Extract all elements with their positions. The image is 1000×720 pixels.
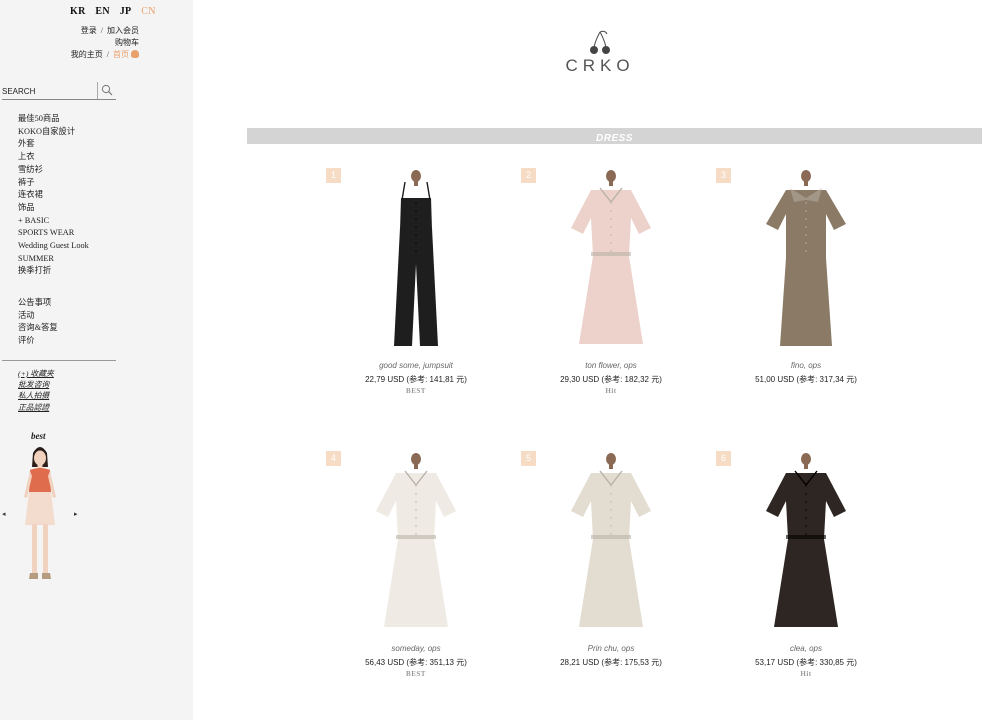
language-switcher: KR EN JP CN	[70, 6, 163, 17]
cherry-icon	[590, 30, 610, 54]
lang-kr-link[interactable]: KR	[70, 6, 86, 17]
menu-item-koko-design[interactable]: KOKO自家設计	[18, 126, 89, 139]
product-number: 2	[521, 168, 536, 183]
login-link[interactable]: 登录	[81, 26, 97, 35]
menu-item-pants[interactable]: 裤子	[18, 177, 89, 190]
product-image[interactable]	[358, 451, 474, 641]
menu-item-notice[interactable]: 公告事项	[18, 297, 58, 310]
menu-item-summer[interactable]: SUMMER	[18, 253, 89, 266]
product-image[interactable]	[358, 168, 474, 358]
product-badge: Hit	[605, 387, 617, 395]
lang-cn-link[interactable]: CN	[141, 6, 156, 17]
product-name[interactable]: someday, ops	[326, 644, 506, 653]
menu-item-blouse[interactable]: 雪纺衫	[18, 164, 89, 177]
product-image[interactable]	[748, 168, 864, 358]
menu-item-accessories[interactable]: 饰品	[18, 202, 89, 215]
category-menu: 最佳50商品 KOKO自家設计 外套 上衣 雪纺衫 裤子 连衣裙 饰品 + BA…	[18, 113, 89, 278]
lang-en-link[interactable]: EN	[95, 6, 110, 17]
product-badge: BEST	[406, 670, 426, 678]
product-number: 1	[326, 168, 341, 183]
sidebar-divider	[2, 360, 116, 361]
private-shoot-link[interactable]: 私人拍摄	[18, 390, 54, 401]
separator: /	[100, 26, 103, 35]
category-title: DRESS	[596, 133, 633, 144]
search-icon	[101, 84, 113, 96]
product-number: 3	[716, 168, 731, 183]
product-price: 22,79 USD (参考: 141,81 元)	[365, 375, 467, 384]
product-name[interactable]: Prin chu, ops	[521, 644, 701, 653]
menu-item-sports-wear[interactable]: SPORTS WEAR	[18, 227, 89, 240]
authenticity-link[interactable]: 正品認證	[18, 402, 54, 413]
product-badge: BEST	[406, 387, 426, 395]
category-title-bar: DRESS	[247, 128, 982, 144]
menu-item-basic[interactable]: + BASIC	[18, 215, 89, 228]
product-name[interactable]: fino, ops	[716, 361, 896, 370]
mypage-link[interactable]: 我的主页	[71, 50, 103, 59]
menu-item-sale[interactable]: 换季打折	[18, 265, 89, 278]
brand-logo[interactable]: CRKO	[562, 30, 638, 80]
product-name[interactable]: ton flower, ops	[521, 361, 701, 370]
product-image[interactable]	[748, 451, 864, 641]
menu-item-review[interactable]: 评价	[18, 335, 58, 348]
account-row-3: 我的主页 / 首页	[71, 49, 139, 60]
search-box	[2, 82, 116, 100]
product-price: 28,21 USD (参考: 175,53 元)	[560, 658, 662, 667]
product-price: 56,43 USD (参考: 351,13 元)	[365, 658, 467, 667]
board-menu: 公告事项 活动 咨询&答复 评价	[18, 297, 58, 348]
product-badge: Hit	[800, 670, 812, 678]
menu-item-event[interactable]: 活动	[18, 310, 58, 323]
best-title: best	[31, 431, 46, 441]
best-prev-arrow[interactable]: ◂	[2, 510, 6, 518]
separator: /	[106, 50, 109, 59]
sidebar: KR EN JP CN 登录/加入会员 购物车 我的主页/首页 最佳50商品 K…	[0, 0, 193, 720]
lang-jp-link[interactable]: JP	[120, 6, 132, 17]
search-input[interactable]	[2, 85, 94, 98]
account-row-2: 购物车	[115, 37, 139, 48]
extra-links: (+) 收藏夹 批发咨询 私人拍摄 正品認證	[18, 368, 54, 413]
account-row-1: 登录 / 加入会员	[81, 25, 139, 36]
menu-item-top[interactable]: 上衣	[18, 151, 89, 164]
menu-item-qna[interactable]: 咨询&答复	[18, 322, 58, 335]
product-number: 5	[521, 451, 536, 466]
product-price: 53,17 USD (参考: 330,85 元)	[755, 658, 857, 667]
wholesale-link[interactable]: 批发咨询	[18, 379, 54, 390]
best-next-arrow[interactable]: ▸	[74, 510, 78, 518]
join-link[interactable]: 加入会员	[107, 26, 139, 35]
best-model-photo[interactable]	[18, 443, 62, 591]
menu-item-dress[interactable]: 连衣裙	[18, 189, 89, 202]
product-number: 6	[716, 451, 731, 466]
brand-name: CRKO	[565, 56, 635, 75]
product-image[interactable]	[553, 168, 669, 358]
search-button[interactable]	[97, 82, 115, 99]
product-price: 29,30 USD (参考: 182,32 元)	[560, 375, 662, 384]
cart-link[interactable]: 购物车	[115, 38, 139, 47]
product-name[interactable]: good some, jumpsuit	[326, 361, 506, 370]
bookmark-link[interactable]: (+) 收藏夹	[18, 368, 54, 379]
product-name[interactable]: clea, ops	[716, 644, 896, 653]
menu-item-wedding-guest[interactable]: Wedding Guest Look	[18, 240, 89, 253]
home-icon	[131, 50, 139, 58]
product-number: 4	[326, 451, 341, 466]
product-price: 51,00 USD (参考: 317,34 元)	[755, 375, 857, 384]
menu-item-outer[interactable]: 外套	[18, 138, 89, 151]
product-image[interactable]	[553, 451, 669, 641]
home-link[interactable]: 首页	[113, 50, 129, 59]
menu-item-best50[interactable]: 最佳50商品	[18, 113, 89, 126]
